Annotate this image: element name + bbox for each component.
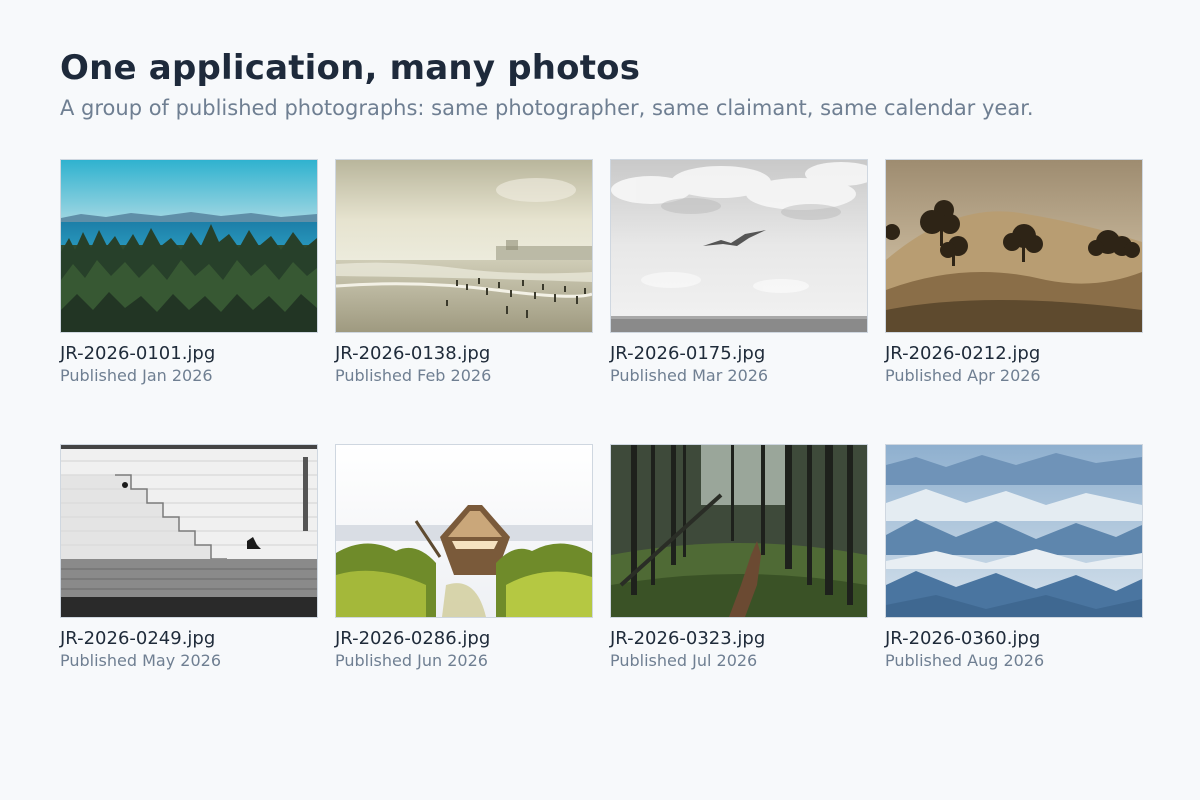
photo-card[interactable]: JR-2026-0360.jpg Published Aug 2026	[885, 444, 1143, 729]
photo-card[interactable]: JR-2026-0323.jpg Published Jul 2026	[610, 444, 868, 729]
photo-published-date: Published Apr 2026	[885, 366, 1041, 385]
photo-filename: JR-2026-0323.jpg	[610, 628, 766, 649]
canoe-bushes-photo[interactable]	[335, 444, 593, 618]
beach-crowd-photo[interactable]	[335, 159, 593, 333]
photo-filename: JR-2026-0249.jpg	[60, 628, 216, 649]
photo-card[interactable]: JR-2026-0286.jpg Published Jun 2026	[335, 444, 593, 729]
photo-filename: JR-2026-0286.jpg	[335, 628, 491, 649]
seagull-sky-photo[interactable]	[610, 159, 868, 333]
sepia-hills-trees-photo[interactable]	[885, 159, 1143, 333]
photo-card[interactable]: JR-2026-0101.jpg Published Jan 2026	[60, 159, 318, 444]
coastal-forest-photo[interactable]	[60, 159, 318, 333]
misty-mountains-photo[interactable]	[885, 444, 1143, 618]
photo-filename: JR-2026-0212.jpg	[885, 343, 1041, 364]
photo-filename: JR-2026-0175.jpg	[610, 343, 766, 364]
photo-published-date: Published Jul 2026	[610, 651, 758, 670]
photo-filename: JR-2026-0360.jpg	[885, 628, 1041, 649]
page-subtitle: A group of published photographs: same p…	[60, 96, 1034, 120]
photo-published-date: Published Mar 2026	[610, 366, 769, 385]
photo-published-date: Published Jun 2026	[335, 651, 488, 670]
photo-published-date: Published Jan 2026	[60, 366, 213, 385]
page: One application, many photos A group of …	[0, 0, 1200, 800]
photo-published-date: Published Aug 2026	[885, 651, 1045, 670]
photo-card[interactable]: JR-2026-0138.jpg Published Feb 2026	[335, 159, 593, 444]
photo-grid: JR-2026-0101.jpg Published Jan 2026 JR-2…	[60, 159, 1143, 729]
photo-filename: JR-2026-0101.jpg	[60, 343, 216, 364]
photo-filename: JR-2026-0138.jpg	[335, 343, 491, 364]
photo-card[interactable]: JR-2026-0212.jpg Published Apr 2026	[885, 159, 1143, 444]
page-title: One application, many photos	[60, 48, 641, 88]
photo-card[interactable]: JR-2026-0249.jpg Published May 2026	[60, 444, 318, 729]
forest-path-photo[interactable]	[610, 444, 868, 618]
photo-published-date: Published Feb 2026	[335, 366, 492, 385]
photo-published-date: Published May 2026	[60, 651, 221, 670]
stone-stairs-wall-photo[interactable]	[60, 444, 318, 618]
photo-card[interactable]: JR-2026-0175.jpg Published Mar 2026	[610, 159, 868, 444]
